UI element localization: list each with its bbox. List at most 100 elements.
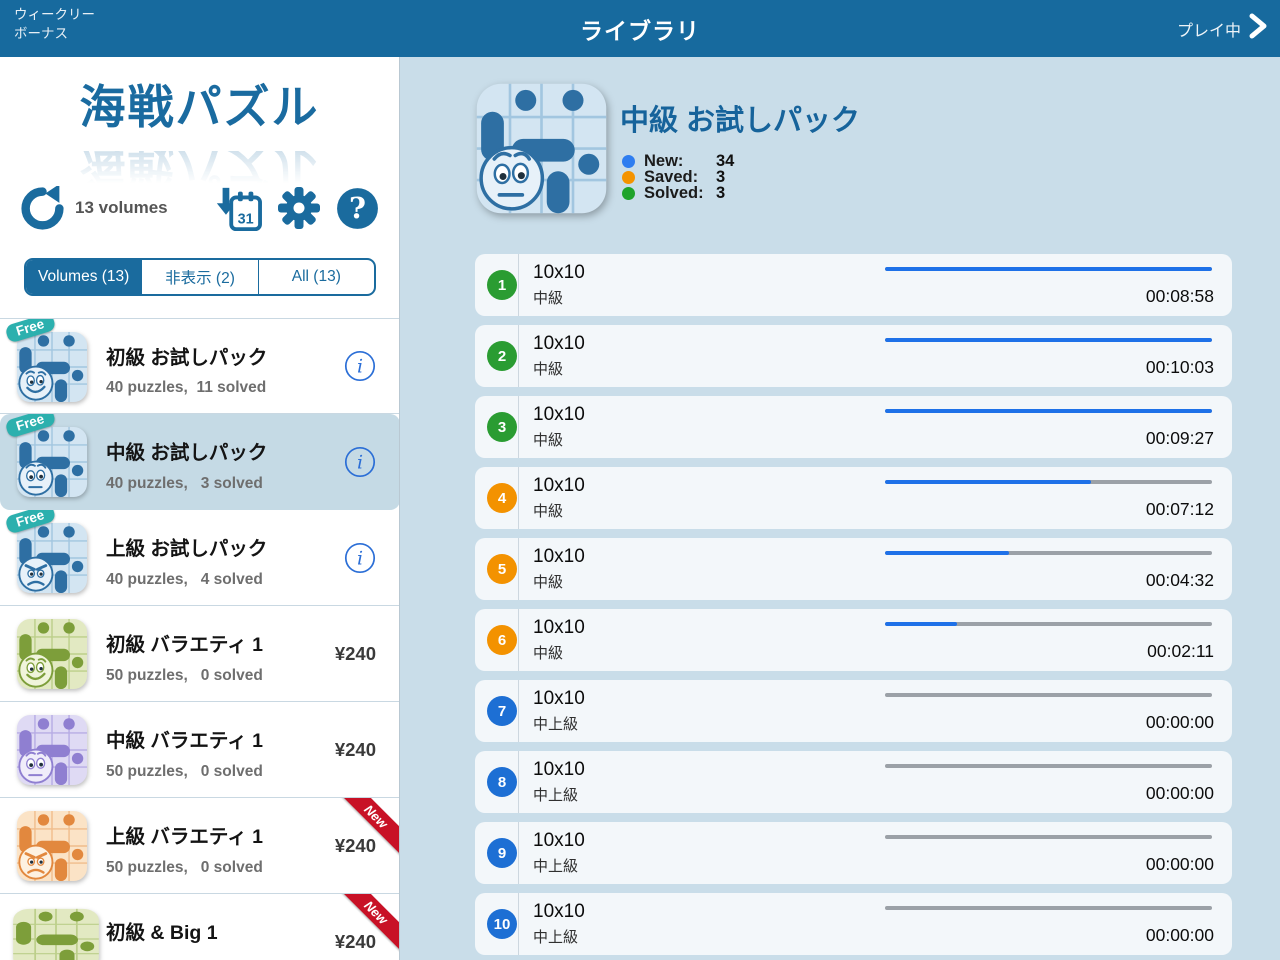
download-calendar-button[interactable]: 31 <box>212 184 262 232</box>
row-divider <box>518 254 519 316</box>
puzzle-time-label: 00:00:00 <box>1145 783 1214 803</box>
refresh-button[interactable] <box>20 185 65 231</box>
puzzle-row[interactable]: 8 10x10 中上級 00:00:00 <box>475 751 1232 813</box>
info-icon: i <box>344 350 376 382</box>
volume-pack-icon <box>16 810 88 882</box>
puzzle-number-badge: 5 <box>487 554 517 584</box>
puzzle-row[interactable]: 3 10x10 中級 00:09:27 <box>475 396 1232 458</box>
puzzle-size-label: 10x10 <box>533 759 585 780</box>
puzzle-row[interactable]: 2 10x10 中級 00:10:03 <box>475 325 1232 387</box>
progress-bar <box>885 693 1212 697</box>
stat-label: Solved: <box>644 184 704 202</box>
svg-text:?: ? <box>349 191 366 225</box>
top-navigation-bar: ウィークリー ボーナス ライブラリ プレイ中 <box>0 0 1280 57</box>
puzzle-level-label: 中上級 <box>533 929 579 946</box>
puzzle-row[interactable]: 10 10x10 中上級 00:00:00 <box>475 893 1232 955</box>
volume-title: 初級 バラエティ 1 <box>106 634 264 656</box>
info-button[interactable]: i <box>344 446 376 478</box>
volume-title: 上級 バラエティ 1 <box>106 826 264 848</box>
row-divider <box>518 609 519 671</box>
svg-text:i: i <box>357 451 363 473</box>
volume-subtitle: 50 puzzles, 0 solved <box>106 667 263 684</box>
volume-subtitle: 50 puzzles, 0 solved <box>106 763 263 780</box>
puzzle-number-badge: 1 <box>487 270 517 300</box>
help-button[interactable]: ? <box>336 187 379 230</box>
puzzle-row[interactable]: 6 10x10 中級 00:02:11 <box>475 609 1232 671</box>
volume-list-item[interactable]: Free 中級 お試しパック 40 puzzles, 3 solved i <box>0 414 399 510</box>
puzzle-number-badge: 9 <box>487 838 517 868</box>
volume-subtitle: 40 puzzles, 11 solved <box>106 379 267 396</box>
puzzle-time-label: 00:00:00 <box>1145 925 1214 945</box>
row-divider <box>518 680 519 742</box>
puzzle-row[interactable]: 1 10x10 中級 00:08:58 <box>475 254 1232 316</box>
volume-title: 中級 お試しパック <box>106 442 268 464</box>
volume-list-item[interactable]: Free 上級 お試しパック 40 puzzles, 4 solved i <box>0 510 399 606</box>
volume-list-item[interactable]: New 初級 & Big 1 ¥240 <box>0 894 399 960</box>
puzzle-level-label: 中級 <box>533 503 564 520</box>
puzzle-row[interactable]: 9 10x10 中上級 00:00:00 <box>475 822 1232 884</box>
puzzle-row[interactable]: 4 10x10 中級 00:07:12 <box>475 467 1232 529</box>
progress-fill <box>885 267 1212 271</box>
filter-tab-label: Volumes (13) <box>38 268 130 285</box>
puzzle-level-label: 中上級 <box>533 787 579 804</box>
weekly-bonus-button[interactable]: ウィークリー ボーナス <box>14 6 95 44</box>
progress-fill <box>885 409 1212 413</box>
progress-bar <box>885 764 1212 768</box>
volume-pack-icon <box>16 618 88 690</box>
puzzle-row[interactable]: 7 10x10 中上級 00:00:00 <box>475 680 1232 742</box>
settings-button[interactable] <box>277 186 321 230</box>
puzzle-number-badge: 7 <box>487 696 517 726</box>
price-label: ¥240 <box>334 738 376 760</box>
volume-list-item[interactable]: New 上級 バラエティ 1 50 puzzles, 0 solved ¥240 <box>0 798 399 894</box>
puzzle-row[interactable]: 5 10x10 中級 00:04:32 <box>475 538 1232 600</box>
info-button[interactable]: i <box>344 350 376 382</box>
weekly-bonus-line1: ウィークリー <box>14 7 95 22</box>
volume-list-item[interactable]: 中級 バラエティ 1 50 puzzles, 0 solved ¥240 <box>0 702 399 798</box>
volume-pack-icon <box>16 426 88 498</box>
progress-bar <box>885 835 1212 839</box>
page-title: ライブラリ <box>580 18 700 44</box>
volume-list-item[interactable]: Free 初級 お試しパック 40 puzzles, 11 solved i <box>0 318 399 414</box>
puzzle-size-label: 10x10 <box>533 901 585 922</box>
progress-bar <box>885 409 1212 413</box>
row-divider <box>518 325 519 387</box>
volume-list-item[interactable]: 初級 バラエティ 1 50 puzzles, 0 solved ¥240 <box>0 606 399 702</box>
filter-tab-label: 非表示 (2) <box>165 270 235 287</box>
puzzle-size-label: 10x10 <box>533 475 585 496</box>
question-icon: ? <box>337 187 378 229</box>
stat-line: Solved: 3 <box>622 184 734 202</box>
info-icon: i <box>344 542 376 573</box>
puzzle-number-badge: 10 <box>487 909 517 939</box>
puzzle-level-label: 中級 <box>533 290 564 307</box>
volume-subtitle: 50 puzzles, 0 solved <box>106 859 263 876</box>
puzzle-number-badge: 8 <box>487 767 517 797</box>
volume-title: 中級 バラエティ 1 <box>106 730 264 752</box>
info-button[interactable]: i <box>344 542 376 574</box>
pack-icon <box>475 82 608 215</box>
row-divider <box>518 751 519 813</box>
now-playing-button[interactable]: プレイ中 <box>1177 0 1268 57</box>
filter-tab[interactable]: 非表示 (2) <box>141 260 257 294</box>
price-label: ¥240 <box>334 834 376 856</box>
row-divider <box>518 893 519 955</box>
svg-text:i: i <box>357 356 363 378</box>
library-screen: ウィークリー ボーナス ライブラリ プレイ中 海戦パズル 海戦パズル 13 vo… <box>0 0 1280 960</box>
puzzle-size-label: 10x10 <box>533 830 585 851</box>
puzzle-time-label: 00:09:27 <box>1145 428 1214 448</box>
puzzle-time-label: 00:10:03 <box>1145 357 1214 377</box>
info-icon: i <box>344 446 376 477</box>
stat-dot-icon <box>622 155 635 168</box>
filter-tabs: Volumes (13) 非表示 (2) All (13) <box>24 258 376 296</box>
filter-tab[interactable]: All (13) <box>257 260 374 294</box>
puzzle-number-badge: 6 <box>487 625 517 655</box>
pack-title: 中級 お試しパック <box>620 105 861 137</box>
now-playing-label: プレイ中 <box>1176 22 1241 40</box>
progress-fill <box>885 622 957 626</box>
volume-pack-icon <box>16 331 88 403</box>
download-calendar-icon: 31 <box>216 187 262 232</box>
svg-text:31: 31 <box>238 211 254 227</box>
puzzle-level-label: 中級 <box>533 574 564 591</box>
filter-tab[interactable]: Volumes (13) <box>26 260 142 294</box>
puzzle-level-label: 中上級 <box>533 716 579 733</box>
volume-pack-icon <box>16 522 88 594</box>
